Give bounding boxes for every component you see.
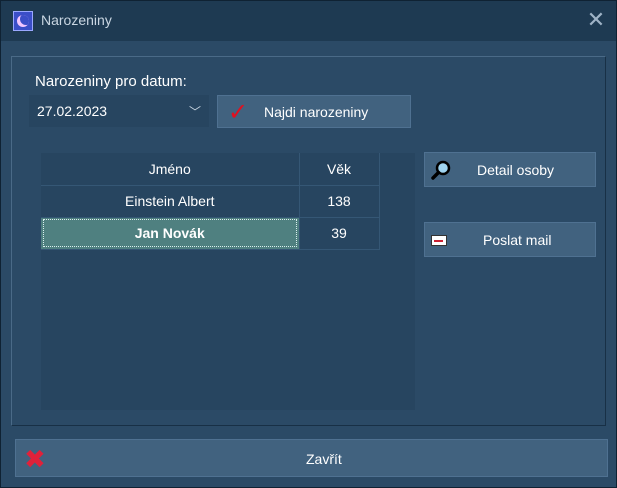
table-row[interactable]: Einstein Albert 138: [41, 185, 380, 218]
cell-age[interactable]: 138: [299, 185, 380, 218]
person-detail-label: Detail osoby: [477, 162, 555, 178]
birthday-grid[interactable]: Jméno Věk Einstein Albert 138 Jan Novák …: [41, 153, 415, 410]
envelope-icon: [431, 235, 447, 246]
date-label: Narozeniny pro datum:: [35, 73, 187, 90]
close-label: Zavřít: [306, 451, 342, 467]
column-header-age[interactable]: Věk: [299, 153, 380, 186]
date-value: 27.02.2023: [37, 103, 108, 119]
checkmark-icon: ✓: [228, 99, 249, 126]
red-x-icon: ✖: [24, 444, 46, 474]
close-window-icon[interactable]: ✕: [584, 9, 608, 33]
cell-age[interactable]: 39: [299, 217, 380, 250]
title-bar: Narozeniny ✕: [1, 1, 616, 41]
cell-name[interactable]: Jan Novák: [41, 217, 300, 250]
birthday-window: Narozeniny ✕ Narozeniny pro datum: 27.02…: [0, 0, 617, 488]
chevron-down-icon[interactable]: ﹀: [189, 103, 201, 120]
date-picker[interactable]: 27.02.2023 ﹀: [29, 95, 209, 127]
birthday-table: Jméno Věk Einstein Albert 138 Jan Novák …: [41, 153, 380, 250]
column-header-name[interactable]: Jméno: [41, 153, 300, 186]
cell-name[interactable]: Einstein Albert: [41, 185, 300, 218]
close-button[interactable]: ✖ Zavřít: [15, 439, 608, 477]
find-birthdays-label: Najdi narozeniny: [264, 104, 369, 120]
app-moon-icon: [13, 11, 33, 31]
send-mail-button[interactable]: Poslat mail: [424, 222, 596, 257]
window-title: Narozeniny: [41, 12, 112, 28]
magnifier-icon: [431, 160, 451, 180]
table-row-selected[interactable]: Jan Novák 39: [41, 217, 380, 250]
person-detail-button[interactable]: Detail osoby: [424, 152, 596, 187]
find-birthdays-button[interactable]: ✓ Najdi narozeniny: [217, 95, 411, 128]
table-header-row: Jméno Věk: [41, 153, 380, 186]
send-mail-label: Poslat mail: [483, 232, 552, 248]
